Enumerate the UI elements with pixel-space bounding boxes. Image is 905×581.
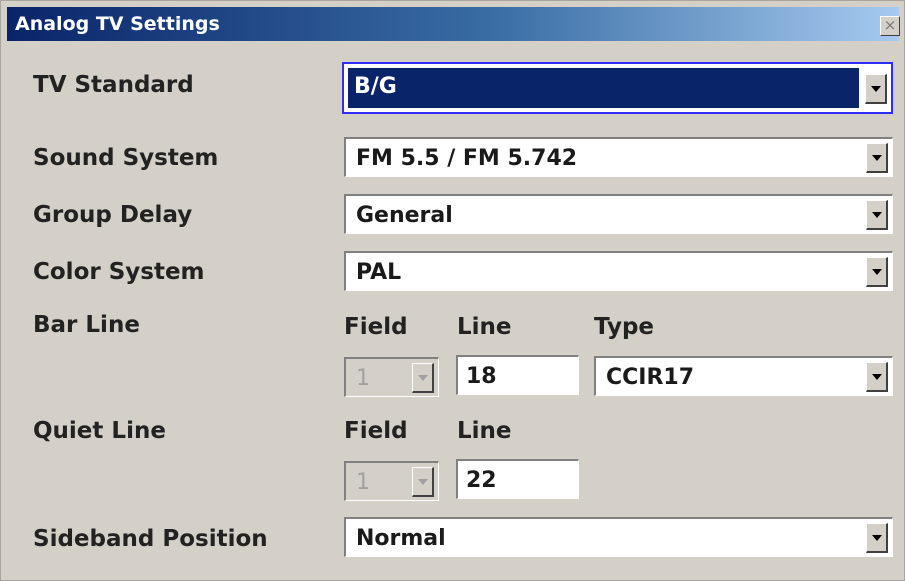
chevron-down-icon [872, 374, 882, 380]
sound-system-label: Sound System [33, 145, 219, 171]
chevron-down-icon [418, 375, 428, 381]
quiet-line-line-value: 22 [466, 468, 497, 493]
color-system-dropdown-button[interactable] [866, 257, 888, 287]
bar-line-type-value: CCIR17 [606, 365, 695, 390]
color-system-value: PAL [356, 260, 402, 285]
tv-standard-label: TV Standard [33, 72, 194, 98]
tv-standard-select[interactable]: B/G [342, 62, 893, 114]
quiet-line-label: Quiet Line [33, 418, 166, 444]
quiet-line-field-value: 1 [356, 470, 370, 495]
chevron-down-icon [872, 269, 882, 275]
sideband-position-value: Normal [356, 526, 446, 551]
quiet-line-field-select[interactable]: 1 [344, 461, 439, 501]
group-delay-label: Group Delay [33, 202, 193, 228]
bar-line-line-header: Line [457, 314, 512, 340]
color-system-label: Color System [33, 259, 205, 285]
sideband-position-label: Sideband Position [33, 526, 268, 552]
group-delay-select[interactable]: General [344, 194, 893, 234]
chevron-down-icon [871, 86, 881, 92]
chevron-down-icon [872, 535, 882, 541]
tv-standard-dropdown-button[interactable] [865, 74, 887, 104]
group-delay-value: General [356, 203, 453, 228]
close-button[interactable]: × [880, 16, 900, 36]
chevron-down-icon [872, 212, 882, 218]
tv-standard-value: B/G [354, 74, 397, 99]
sound-system-value: FM 5.5 / FM 5.742 [356, 146, 578, 171]
quiet-line-field-header: Field [344, 418, 408, 444]
bar-line-type-dropdown-button[interactable] [866, 362, 888, 392]
chevron-down-icon [418, 479, 428, 485]
sideband-position-select[interactable]: Normal [344, 517, 893, 557]
group-delay-dropdown-button[interactable] [866, 200, 888, 230]
bar-line-field-dropdown-button[interactable] [412, 363, 434, 393]
bar-line-line-input[interactable]: 18 [456, 355, 579, 395]
bar-line-field-select[interactable]: 1 [344, 357, 439, 397]
title-bar[interactable]: Analog TV Settings × [7, 7, 900, 41]
bar-line-type-header: Type [594, 314, 655, 340]
window-title: Analog TV Settings [15, 13, 220, 35]
bar-line-field-header: Field [344, 314, 408, 340]
analog-tv-settings-dialog: Analog TV Settings × TV Standard B/G Sou… [0, 0, 905, 581]
quiet-line-field-dropdown-button[interactable] [412, 467, 434, 497]
bar-line-line-value: 18 [466, 364, 497, 389]
bar-line-field-value: 1 [356, 366, 370, 391]
color-system-select[interactable]: PAL [344, 251, 893, 291]
bar-line-label: Bar Line [33, 312, 140, 338]
quiet-line-line-input[interactable]: 22 [456, 459, 579, 499]
bar-line-type-select[interactable]: CCIR17 [594, 356, 893, 396]
sound-system-dropdown-button[interactable] [866, 143, 888, 173]
close-icon: × [883, 16, 897, 34]
sideband-position-dropdown-button[interactable] [866, 523, 888, 553]
chevron-down-icon [872, 155, 882, 161]
tv-standard-selection-highlight [348, 68, 859, 108]
sound-system-select[interactable]: FM 5.5 / FM 5.742 [344, 137, 893, 177]
quiet-line-line-header: Line [457, 418, 512, 444]
